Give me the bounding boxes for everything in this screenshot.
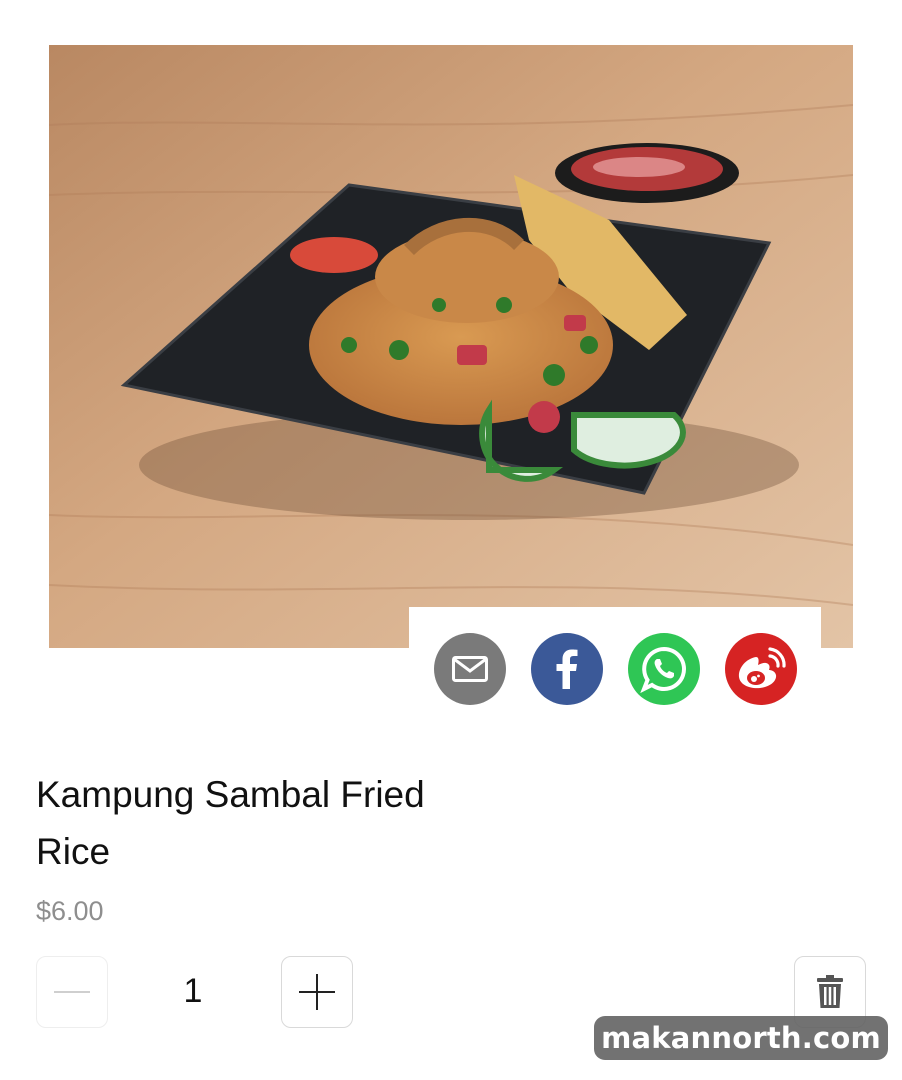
mail-icon bbox=[452, 656, 488, 682]
plus-icon bbox=[299, 974, 335, 1010]
whatsapp-icon bbox=[640, 646, 686, 693]
product-image bbox=[49, 45, 853, 648]
share-weibo-button[interactable] bbox=[725, 633, 797, 705]
share-whatsapp-button[interactable] bbox=[628, 633, 700, 705]
watermark: makannorth.com bbox=[594, 1016, 888, 1060]
product-name: Kampung Sambal Fried Rice bbox=[36, 774, 425, 872]
product-price: $6.00 bbox=[36, 896, 104, 926]
share-facebook-button[interactable] bbox=[531, 633, 603, 705]
share-email-button[interactable] bbox=[434, 633, 506, 705]
minus-icon bbox=[54, 991, 90, 993]
weibo-icon bbox=[738, 647, 786, 689]
share-bar bbox=[409, 607, 821, 717]
quantity-value: 1 bbox=[183, 972, 203, 1010]
trash-icon bbox=[817, 975, 843, 1008]
increment-button[interactable] bbox=[281, 956, 353, 1028]
decrement-button[interactable] bbox=[36, 956, 108, 1028]
facebook-icon bbox=[556, 649, 578, 689]
